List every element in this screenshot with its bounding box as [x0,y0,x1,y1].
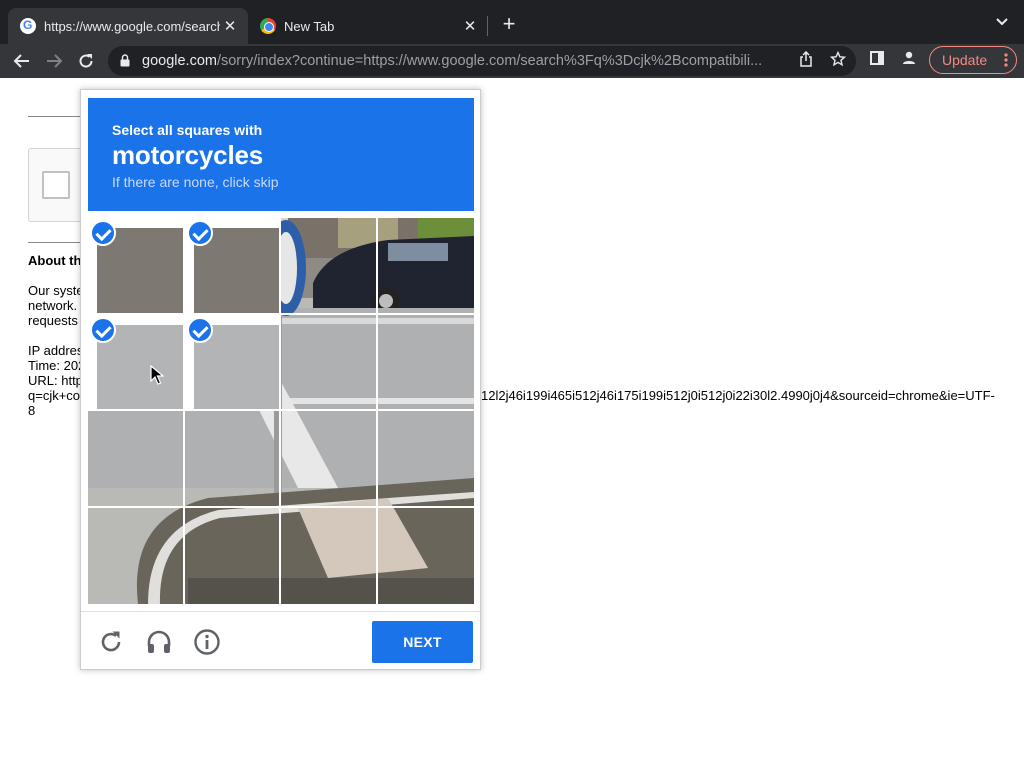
captcha-tile[interactable] [377,218,474,315]
more-menu-icon[interactable] [1004,52,1008,68]
info-line: 8 [28,403,36,418]
lock-icon[interactable] [120,54,130,67]
url-host: google.com [142,53,217,69]
next-button[interactable]: NEXT [372,621,473,663]
captcha-tile[interactable] [88,314,185,411]
skip-hint: If there are none, click skip [112,174,279,190]
checkmark-icon [90,220,116,246]
side-panel-icon[interactable] [866,50,888,72]
captcha-tile[interactable] [184,507,281,604]
paragraph-line: Our syste [28,283,84,298]
about-heading: About th [28,253,82,268]
recaptcha-checkbox[interactable] [42,171,70,199]
tile-image [377,218,474,315]
info-line: Time: 202 [28,358,86,373]
tab-title: New Tab [284,18,335,34]
url-tail-text: 12l2j46i199i465i512j46i175i199i512j0i512… [481,388,995,403]
tile-image [184,411,281,508]
captcha-tile[interactable] [377,507,474,604]
challenge-header: Select all squares with motorcycles If t… [88,98,474,211]
new-tab-plus-icon[interactable]: + [498,13,520,35]
tile-image [88,411,185,508]
captcha-tile[interactable] [184,411,281,508]
captcha-tile[interactable] [184,314,281,411]
captcha-tile[interactable] [281,411,378,508]
recaptcha-challenge-dialog: Select all squares with motorcycles If t… [80,89,481,670]
image-grid [88,218,474,604]
info-line: q=cjk+co [28,388,81,403]
divider [28,116,88,117]
tile-image [281,314,378,411]
tab-google-search[interactable]: https://www.google.com/search ✕ [8,8,248,44]
close-icon[interactable]: ✕ [460,16,480,36]
audio-headphones-icon[interactable] [145,628,173,656]
target-object: motorcycles [112,140,263,170]
reload-icon[interactable] [72,47,100,75]
browser-toolbar: google.com/sorry/index?continue=https://… [0,44,1024,78]
profile-icon[interactable] [898,50,920,72]
paragraph-line: network. [28,298,78,313]
address-url: google.com/sorry/index?continue=https://… [142,53,792,69]
divider [28,242,88,243]
captcha-tile[interactable] [88,218,185,315]
checkmark-icon [186,316,213,343]
url-path: /sorry/index?continue=https://www.google… [216,53,763,69]
update-label: Update [942,52,988,68]
challenge-footer: NEXT [81,611,480,669]
address-bar[interactable]: google.com/sorry/index?continue=https://… [108,46,856,76]
tab-search-chevron-icon[interactable] [992,14,1012,34]
google-icon [20,18,36,34]
tile-image [281,218,378,315]
instruction-text: Select all squares with [112,122,263,138]
tab-separator [487,16,488,36]
captcha-tile[interactable] [281,507,378,604]
mouse-cursor-icon [150,365,164,385]
captcha-tile[interactable] [184,218,281,315]
back-arrow-icon[interactable] [8,47,36,75]
bookmark-star-icon[interactable] [828,50,848,71]
reload-challenge-icon[interactable] [97,628,125,656]
captcha-tile[interactable] [281,314,378,411]
info-line: URL: http [28,373,83,388]
captcha-tile[interactable] [88,507,185,604]
captcha-tile[interactable] [88,411,185,508]
share-icon[interactable] [796,50,816,71]
tab-new-tab[interactable]: New Tab ✕ [248,8,488,44]
info-line: IP addres [28,343,84,358]
forward-arrow-icon[interactable] [40,47,68,75]
tile-image [377,314,474,411]
tab-title: https://www.google.com/search [44,18,220,34]
update-button[interactable]: Update [929,46,1017,74]
close-icon[interactable]: ✕ [220,16,240,36]
checkmark-icon [186,220,213,246]
info-icon[interactable] [193,628,221,656]
tile-image [184,507,281,604]
tile-image [281,411,378,508]
captcha-tile[interactable] [377,314,474,411]
paragraph-line: requests [28,313,78,328]
tile-image [377,411,474,508]
captcha-tile[interactable] [281,218,378,315]
checkmark-icon [90,316,116,343]
tile-image [281,507,378,604]
recaptcha-checkbox-card [28,148,88,222]
chrome-icon [260,18,276,34]
tile-image [377,507,474,604]
tab-strip: https://www.google.com/search ✕ New Tab … [0,0,1024,44]
captcha-tile[interactable] [377,411,474,508]
tile-image [88,507,185,604]
